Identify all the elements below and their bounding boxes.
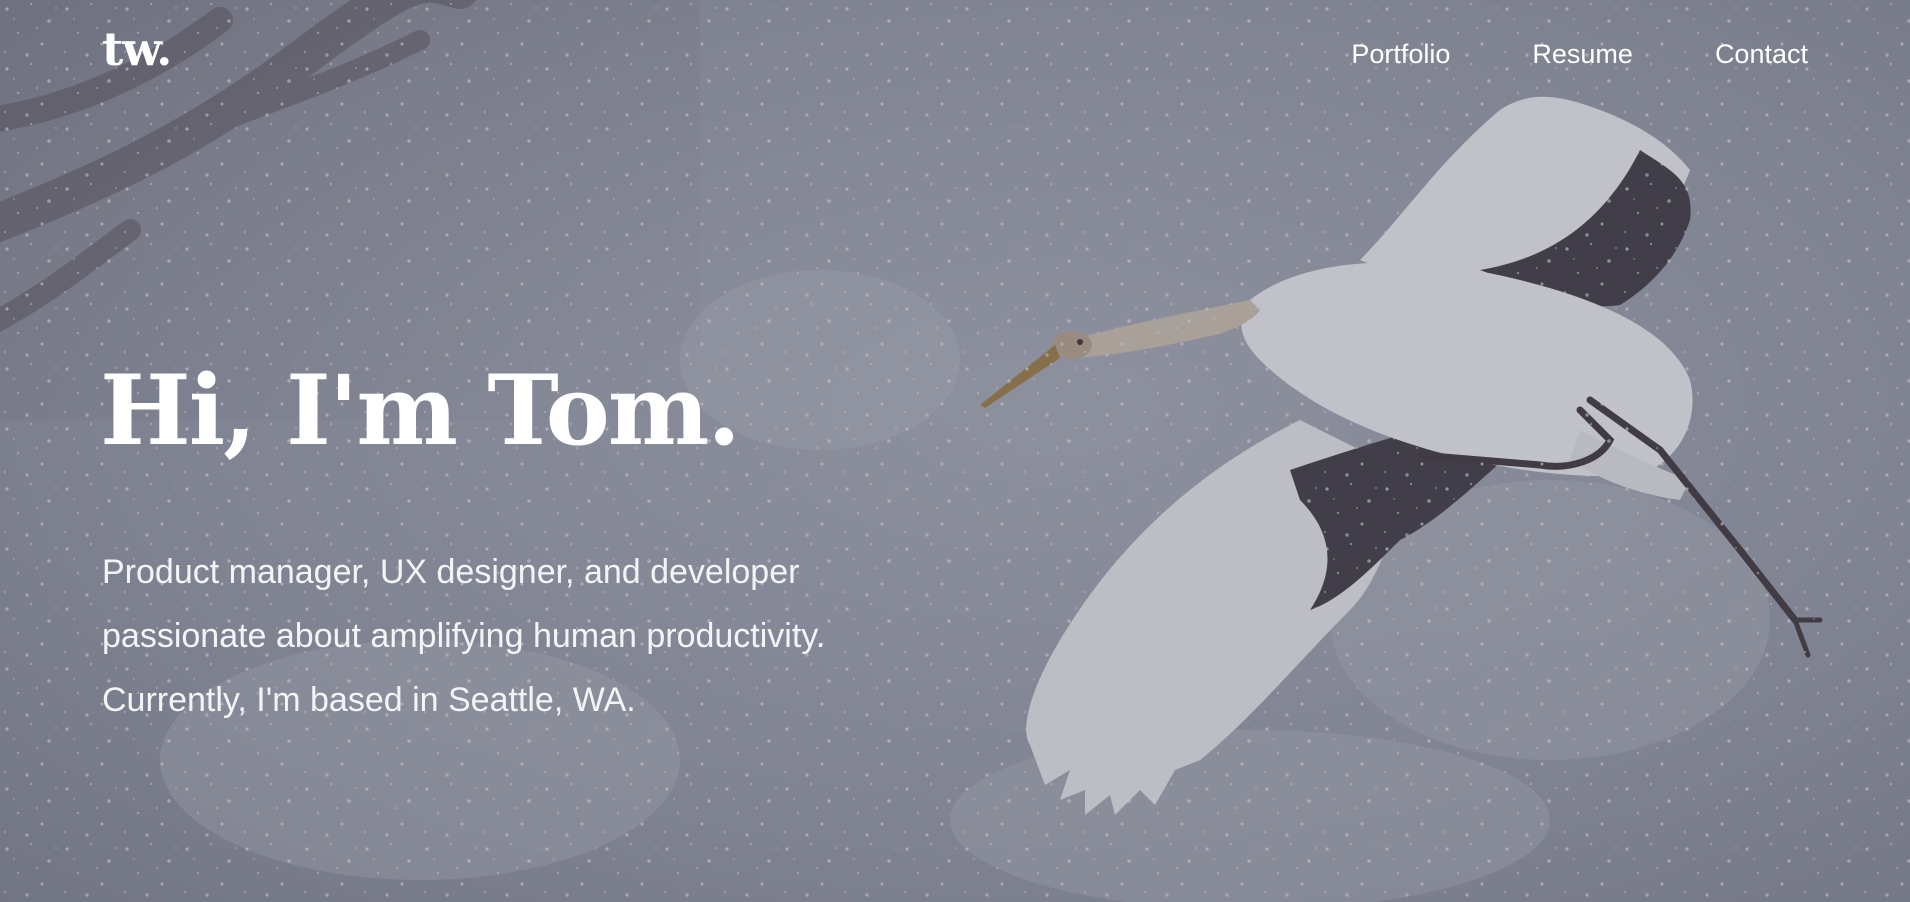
hero-section: tw. Portfolio Resume Contact Hi, I'm Tom… [0, 0, 1910, 902]
hero-intro: Product manager, UX designer, and develo… [102, 540, 902, 732]
nav-link-portfolio[interactable]: Portfolio [1351, 38, 1450, 70]
main-nav: Portfolio Resume Contact [1269, 38, 1808, 70]
intro-line-1: Product manager, UX designer, and develo… [102, 553, 800, 591]
nav-link-resume[interactable]: Resume [1532, 38, 1633, 70]
intro-line-3: Currently, I'm based in Seattle, WA. [102, 681, 636, 719]
nav-link-contact[interactable]: Contact [1715, 38, 1808, 70]
intro-line-2: passionate about amplifying human produc… [102, 617, 826, 655]
hero-headline: Hi, I'm Tom. [100, 354, 741, 467]
site-logo[interactable]: tw. [102, 26, 172, 72]
